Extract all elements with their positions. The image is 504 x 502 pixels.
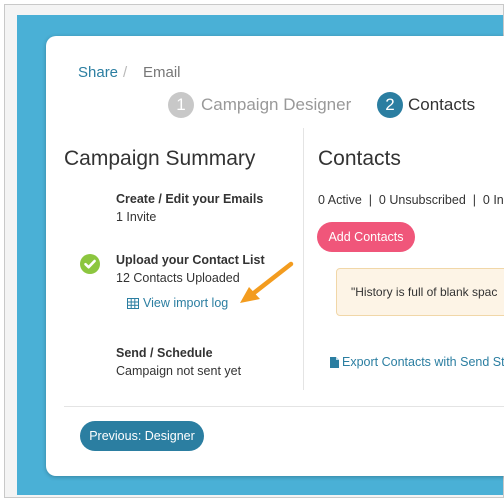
summary-item-send-title: Send / Schedule: [116, 346, 213, 360]
footer-divider: [64, 406, 504, 407]
table-icon: [127, 298, 139, 309]
breadcrumb-share-link[interactable]: Share: [78, 64, 118, 81]
previous-designer-button[interactable]: Previous: Designer: [80, 421, 204, 451]
export-contacts-label: Export Contacts with Send St: [342, 355, 504, 369]
step-number-2: 2: [377, 92, 403, 118]
breadcrumb-email: Email: [143, 64, 181, 81]
step-label-designer: Campaign Designer: [201, 95, 352, 114]
check-icon: [80, 254, 100, 274]
contacts-stats: 0 Active | 0 Unsubscribed | 0 In: [318, 193, 504, 207]
summary-item-emails-title: Create / Edit your Emails: [116, 192, 264, 206]
quote-banner: "History is full of blank spac: [336, 268, 504, 316]
step-label-contacts: Contacts: [408, 95, 476, 114]
campaign-summary-title: Campaign Summary: [64, 147, 256, 170]
step-number-1: 1: [168, 92, 194, 118]
summary-item-send-subtitle: Campaign not sent yet: [116, 364, 242, 378]
column-divider: [303, 128, 304, 390]
add-contacts-button[interactable]: Add Contacts: [317, 222, 415, 252]
contacts-title: Contacts: [318, 147, 401, 170]
file-icon: [330, 357, 339, 368]
view-import-log-label: View import log: [143, 296, 229, 310]
summary-item-emails-subtitle: 1 Invite: [116, 210, 157, 224]
summary-item-upload-subtitle: 12 Contacts Uploaded: [116, 271, 240, 285]
annotation-arrow-icon: [240, 261, 294, 303]
breadcrumb-separator: /: [123, 64, 128, 81]
